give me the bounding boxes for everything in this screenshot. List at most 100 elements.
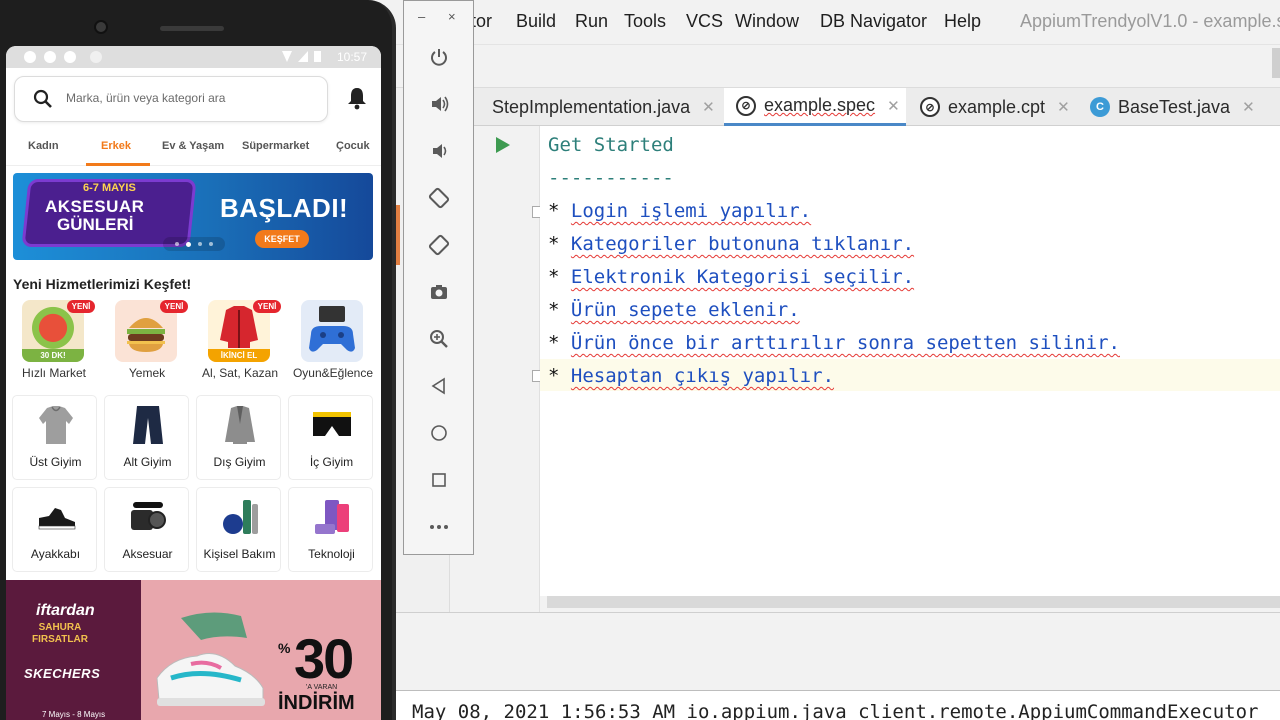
editor-horizontal-scrollbar[interactable] [547, 596, 1280, 608]
search-icon [33, 89, 52, 108]
rotate-right-icon[interactable] [424, 230, 454, 260]
category-kisisel-bakim[interactable]: Kişisel Bakım [196, 487, 281, 572]
tab-ev-yasam[interactable]: Ev & Yaşam [162, 140, 224, 152]
menu-help[interactable]: Help [944, 11, 981, 32]
java-class-icon: C [1090, 97, 1110, 117]
carousel-dot[interactable] [198, 242, 202, 246]
menu-build[interactable]: Build [516, 11, 556, 32]
tab-label: BaseTest.java [1118, 96, 1231, 117]
tab-label: example.cpt [948, 96, 1046, 117]
android-status-bar: 10:57 [6, 46, 381, 68]
tab-label: example.spec [764, 95, 876, 115]
new-badge: YENİ [160, 300, 188, 313]
banner-headline: BAŞLADI! [220, 193, 349, 223]
tab-cocuk[interactable]: Çocuk [336, 140, 370, 152]
nav-scrollbar[interactable] [1272, 48, 1280, 78]
emulator-toolbar: – × [403, 0, 474, 555]
service-hizli-market[interactable]: YENİ 30 DK! Hızlı Market [6, 300, 96, 380]
spec-step: * Login işlemi yapılır. [548, 200, 811, 222]
run-console[interactable]: May 08, 2021 1:56:53 AM io.appium.java_c… [396, 690, 1280, 720]
service-oyun-eglence[interactable]: Oyun&Eğlence [285, 300, 375, 380]
category-ic-giyim[interactable]: İç Giyim [288, 395, 373, 480]
project-strip-marker [396, 205, 400, 265]
shoe-icon [38, 508, 76, 530]
menu-tools[interactable]: Tools [624, 11, 666, 32]
step-bullet: * [548, 233, 560, 255]
signal-icon [298, 51, 308, 62]
category-ayakkabi[interactable]: Ayakkabı [12, 487, 97, 572]
home-icon[interactable] [424, 418, 454, 448]
active-tab-indicator [86, 163, 150, 166]
category-label: Dış Giyim [213, 455, 266, 469]
menu-window[interactable]: Window [735, 11, 799, 32]
spec-step: * Hesaptan çıkış yapılır. [548, 365, 834, 387]
tab-basetest[interactable]: C BaseTest.java ✕ [1078, 88, 1258, 126]
search-placeholder: Marka, ürün veya kategori ara [66, 91, 226, 105]
category-label: İç Giyim [309, 455, 354, 469]
rotate-left-icon[interactable] [424, 183, 454, 213]
category-aksesuar[interactable]: Aksesuar [104, 487, 189, 572]
step-text: Elektronik Kategorisi seçilir. [570, 266, 915, 288]
tab-label: StepImplementation.java [492, 96, 691, 117]
menu-vcs[interactable]: VCS [686, 11, 723, 32]
carousel-dot-active[interactable] [186, 241, 191, 247]
menu-db-navigator[interactable]: DB Navigator [820, 11, 927, 32]
close-icon[interactable]: × [448, 9, 456, 24]
menu-navigate[interactable]: tor [471, 11, 492, 32]
spec-step: * Ürün sepete eklenir. [548, 299, 800, 321]
search-input[interactable]: Marka, ürün veya kategori ara [14, 76, 328, 122]
power-icon[interactable] [424, 42, 454, 72]
carousel-dot[interactable] [209, 242, 213, 246]
back-icon[interactable] [424, 371, 454, 401]
hero-banner[interactable]: 6-7 MAYIS AKSESUAR GÜNLERİ BAŞLADI! KEŞF… [13, 173, 373, 260]
category-ust-giyim[interactable]: Üst Giyim [12, 395, 97, 480]
tab-erkek[interactable]: Erkek [101, 140, 131, 152]
promo-banner[interactable]: iftardan SAHURA FIRSATLAR SKECHERS 7 May… [6, 580, 381, 720]
phone-screen: 10:57 Marka, ürün veya kategori ara Kadı… [6, 46, 381, 720]
promo-percent: % [278, 640, 291, 656]
banner-date: 6-7 MAYIS [83, 182, 136, 194]
play-notification-icon [44, 51, 56, 63]
camera-icon[interactable] [424, 277, 454, 307]
close-icon[interactable]: ✕ [702, 98, 715, 116]
carousel-dot[interactable] [175, 242, 179, 246]
category-alt-giyim[interactable]: Alt Giyim [104, 395, 189, 480]
tab-example-spec[interactable]: ⊘ example.spec ✕ [724, 88, 906, 126]
gamepad-icon [301, 300, 363, 362]
menu-run[interactable]: Run [575, 11, 608, 32]
close-icon[interactable]: ✕ [1057, 98, 1070, 116]
category-teknoloji[interactable]: Teknoloji [288, 487, 373, 572]
underwear-icon [313, 412, 351, 436]
close-icon[interactable]: ✕ [1242, 98, 1255, 116]
tab-stepimplementation[interactable]: StepImplementation.java ✕ [474, 88, 722, 126]
banner-cta-button[interactable]: KEŞFET [255, 230, 309, 248]
service-label: Oyun&Eğlence [292, 366, 374, 380]
minimize-icon[interactable]: – [418, 9, 425, 24]
step-text: Hesaptan çıkış yapılır. [570, 365, 835, 387]
tab-kadin[interactable]: Kadın [28, 140, 59, 152]
skechers-logo: SKECHERS [24, 666, 101, 681]
overview-icon[interactable] [424, 465, 454, 495]
promo-amount: 30 [294, 627, 354, 690]
more-icon[interactable] [424, 512, 454, 542]
category-dis-giyim[interactable]: Dış Giyim [196, 395, 281, 480]
sweatshirt-icon [39, 406, 73, 444]
wifi-icon [282, 51, 292, 62]
volume-down-icon[interactable] [424, 136, 454, 166]
zoom-icon[interactable] [424, 324, 454, 354]
step-bullet: * [548, 266, 560, 288]
status-time: 10:57 [336, 50, 367, 64]
tab-supermarket[interactable]: Süpermarket [242, 140, 309, 152]
spec-heading: Get Started [548, 134, 674, 156]
screen-root: tor Build Run Tools VCS Window DB Naviga… [0, 0, 1280, 720]
phone-frame: 10:57 Marka, ürün veya kategori ara Kadı… [0, 0, 396, 720]
run-spec-icon[interactable] [496, 137, 510, 153]
step-text: Ürün önce bir arttırılır sonra sepetten … [570, 332, 1120, 354]
close-icon[interactable]: ✕ [887, 97, 900, 115]
front-camera [94, 20, 108, 34]
service-al-sat-kazan[interactable]: YENİ İKİNCİ EL Al, Sat, Kazan [192, 300, 282, 380]
volume-up-icon[interactable] [424, 89, 454, 119]
service-yemek[interactable]: YENİ Yemek [99, 300, 189, 380]
tab-example-cpt[interactable]: ⊘ example.cpt ✕ [910, 88, 1076, 126]
bell-icon[interactable] [346, 86, 368, 110]
